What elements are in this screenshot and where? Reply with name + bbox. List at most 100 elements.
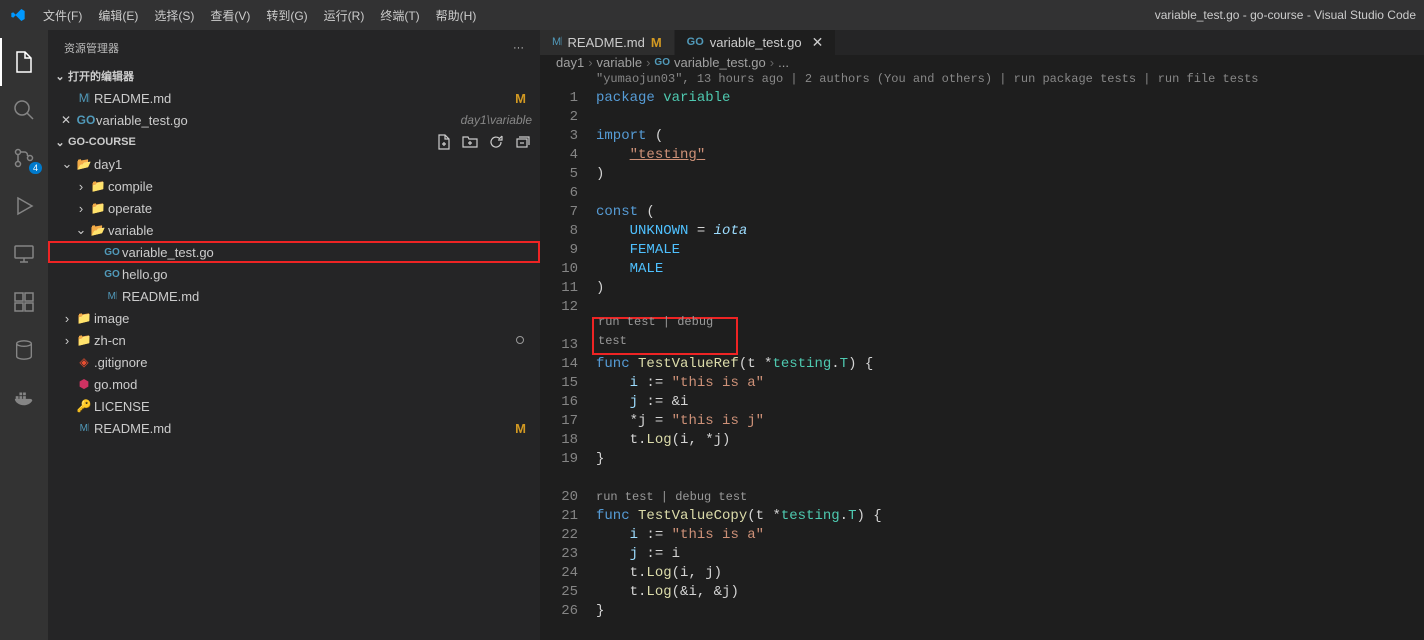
tree-item-label: README.md (122, 289, 532, 304)
open-editor-item[interactable]: M𝄀 README.md M (48, 87, 540, 109)
go-file-icon: GO (104, 269, 120, 280)
breadcrumbs[interactable]: day1 › variable › GO variable_test.go › … (540, 55, 1424, 70)
titlebar: 文件(F) 编辑(E) 选择(S) 查看(V) 转到(G) 运行(R) 终端(T… (0, 0, 1424, 30)
activity-run-debug[interactable] (0, 182, 48, 230)
sidebar-more-icon[interactable]: ··· (513, 42, 524, 54)
activity-source-control[interactable]: 4 (0, 134, 48, 182)
markdown-file-icon: M𝄀 (80, 423, 89, 434)
tree-item[interactable]: GOvariable_test.go (48, 241, 540, 263)
menu-help[interactable]: 帮助(H) (428, 0, 485, 30)
tree-item-label: variable_test.go (122, 245, 532, 260)
tree-item[interactable]: ◈.gitignore (48, 351, 540, 373)
new-folder-icon[interactable] (462, 134, 478, 150)
go-file-icon: GO (687, 36, 704, 48)
tree-item[interactable]: ⬢go.mod (48, 373, 540, 395)
window-title: variable_test.go - go-course - Visual St… (484, 8, 1424, 22)
open-editor-item[interactable]: ✕ GO variable_test.go day1\variable (48, 109, 540, 131)
activity-docker[interactable] (0, 374, 48, 422)
tab-variable-test[interactable]: GO variable_test.go ✕ (675, 30, 837, 55)
chevron-icon: › (74, 201, 88, 216)
folder-open-icon: 📂 (77, 157, 92, 171)
menu-goto[interactable]: 转到(G) (258, 0, 315, 30)
breadcrumb-part[interactable]: variable (597, 55, 643, 70)
go-file-icon: GO (654, 57, 670, 68)
folder-icon: 📁 (77, 333, 92, 347)
activity-database[interactable] (0, 326, 48, 374)
folder-icon: 📁 (91, 179, 106, 193)
chevron-icon: ⌄ (60, 156, 74, 172)
activity-remote[interactable] (0, 230, 48, 278)
menu-file[interactable]: 文件(F) (35, 0, 90, 30)
git-blame-annotation[interactable]: "yumaojun03", 13 hours ago | 2 authors (… (596, 70, 1424, 89)
chevron-down-icon: ⌄ (52, 70, 68, 83)
close-icon[interactable]: ✕ (56, 113, 76, 127)
tree-item[interactable]: ›📁zh-cn (48, 329, 540, 351)
new-file-icon[interactable] (436, 134, 452, 150)
workspace-header[interactable]: ⌄ GO-COURSE (48, 131, 540, 153)
tree-item-label: operate (108, 201, 532, 216)
sidebar: 资源管理器 ··· ⌄ 打开的编辑器 M𝄀 README.md M ✕ GO v… (48, 30, 540, 640)
tree-item[interactable]: M𝄀 README.md (48, 285, 540, 307)
markdown-file-icon: M𝄀 (74, 91, 94, 106)
editor-area: M𝄀 README.md M GO variable_test.go ✕ day… (540, 30, 1424, 640)
folder-open-icon: 📂 (91, 223, 106, 237)
tree-item[interactable]: ⌄📂variable (48, 219, 540, 241)
menu-view[interactable]: 查看(V) (202, 0, 258, 30)
editor-tabs: M𝄀 README.md M GO variable_test.go ✕ (540, 30, 1424, 55)
menu-terminal[interactable]: 终端(T) (372, 0, 427, 30)
tree-item-label: day1 (94, 157, 532, 172)
tree-item-label: .gitignore (94, 355, 532, 370)
tree-item-label: README.md (94, 421, 515, 436)
refresh-icon[interactable] (488, 134, 504, 150)
tree-item-label: zh-cn (94, 333, 516, 348)
activity-explorer[interactable] (0, 38, 48, 86)
line-numbers: 12345 678910 1112 13141516171819 2021222… (540, 70, 596, 640)
menu-run[interactable]: 运行(R) (316, 0, 373, 30)
tree-item-label: image (94, 311, 532, 326)
chevron-icon: › (60, 311, 74, 326)
chevron-right-icon: › (770, 55, 774, 70)
activity-bar: 4 (0, 30, 48, 640)
go-file-icon: GO (104, 247, 120, 258)
close-icon[interactable]: ✕ (812, 34, 824, 51)
modified-badge: M (515, 91, 532, 106)
modified-dot (516, 336, 524, 344)
tree-item[interactable]: 🔑LICENSE (48, 395, 540, 417)
collapse-all-icon[interactable] (514, 134, 530, 150)
license-icon: 🔑 (77, 399, 92, 413)
tree-item-label: hello.go (122, 267, 532, 282)
breadcrumb-part[interactable]: variable_test.go (674, 55, 766, 70)
modified-badge: M (515, 421, 532, 436)
sidebar-title: 资源管理器 ··· (48, 30, 540, 65)
tree-item[interactable]: ›📁compile (48, 175, 540, 197)
modified-badge: M (651, 35, 662, 50)
chevron-down-icon: ⌄ (52, 136, 68, 149)
chevron-right-icon: › (646, 55, 650, 70)
breadcrumb-part[interactable]: day1 (556, 55, 584, 70)
folder-icon: 📁 (91, 201, 106, 215)
scm-badge: 4 (29, 162, 42, 174)
open-editors-header[interactable]: ⌄ 打开的编辑器 (48, 65, 540, 87)
activity-search[interactable] (0, 86, 48, 134)
tree-item[interactable]: M𝄀 README.mdM (48, 417, 540, 439)
tree-item-label: compile (108, 179, 532, 194)
tree-item-label: LICENSE (94, 399, 532, 414)
folder-image-icon: 📁 (77, 311, 92, 325)
go-mod-icon: ⬢ (79, 377, 89, 391)
tab-readme[interactable]: M𝄀 README.md M (540, 30, 675, 55)
tree-item[interactable]: ⌄📂day1 (48, 153, 540, 175)
tree-item[interactable]: GOhello.go (48, 263, 540, 285)
tree-item[interactable]: ›📁image (48, 307, 540, 329)
code-editor[interactable]: 12345 678910 1112 13141516171819 2021222… (540, 70, 1424, 640)
markdown-file-icon: M𝄀 (108, 291, 117, 302)
codelens-run-debug[interactable]: run test | debug test (596, 488, 1424, 507)
breadcrumb-part[interactable]: ... (778, 55, 789, 70)
tree-item-label: variable (108, 223, 532, 238)
go-file-icon: GO (76, 113, 96, 127)
activity-extensions[interactable] (0, 278, 48, 326)
menu-edit[interactable]: 编辑(E) (90, 0, 146, 30)
codelens-run-debug[interactable]: run test | debug test (592, 317, 738, 355)
menu-select[interactable]: 选择(S) (146, 0, 202, 30)
tree-item[interactable]: ›📁operate (48, 197, 540, 219)
chevron-icon: ⌄ (74, 222, 88, 238)
